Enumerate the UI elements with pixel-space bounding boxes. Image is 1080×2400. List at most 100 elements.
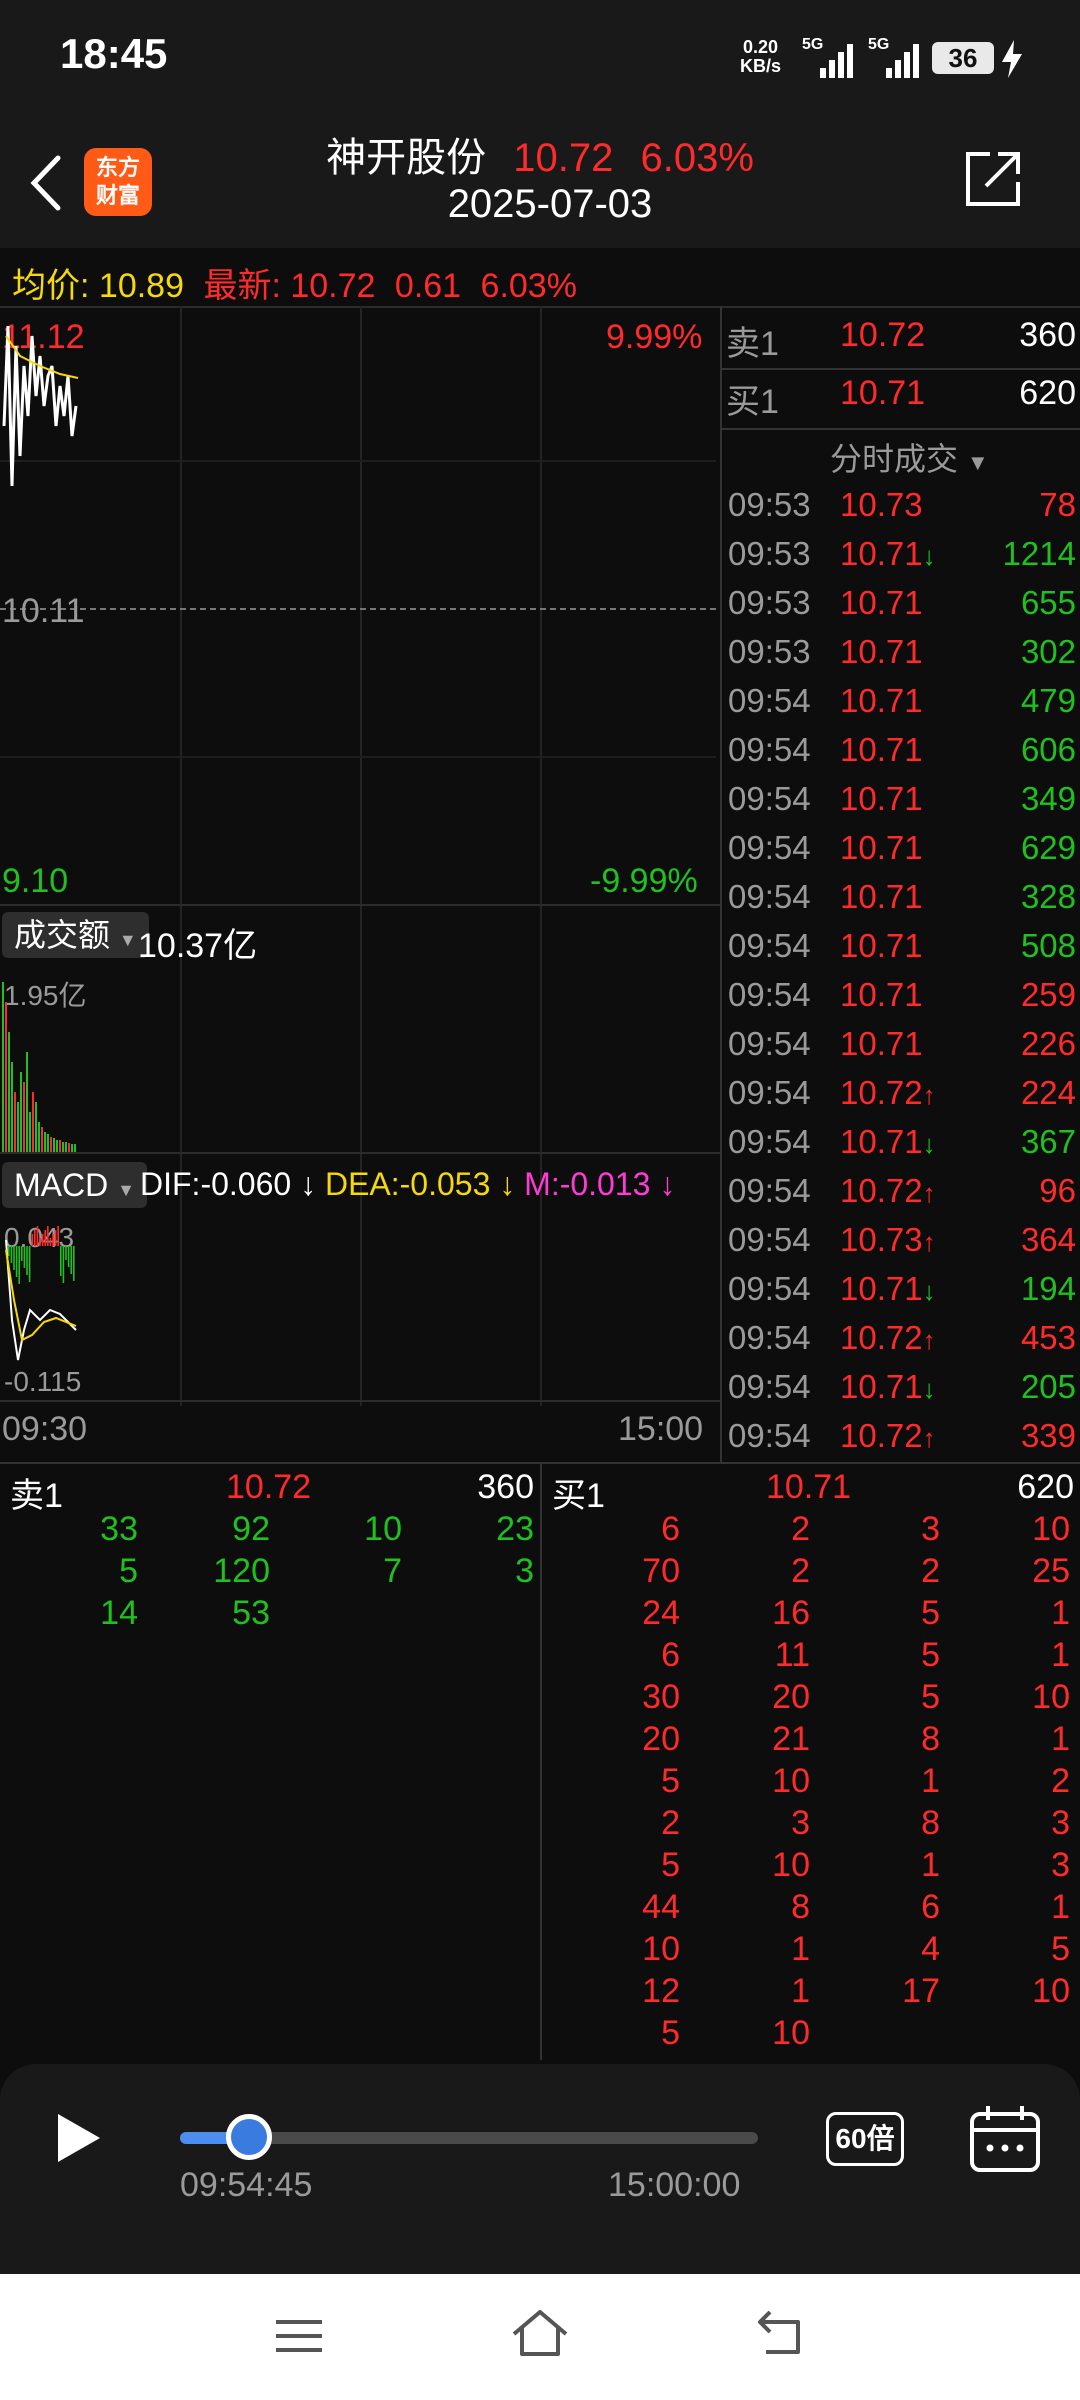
tick-arrow: ↑ bbox=[922, 1227, 936, 1257]
tick-volume: 226 bbox=[1020, 1025, 1076, 1062]
tick-arrow: ↓ bbox=[922, 1276, 936, 1306]
play-icon[interactable] bbox=[52, 2110, 104, 2166]
bid1-row: 买1 10.71 620 bbox=[724, 374, 1076, 424]
tick-volume: 194 bbox=[1020, 1270, 1076, 1307]
tick-price: 10.71 bbox=[840, 682, 923, 719]
queue-cell: 5 bbox=[921, 1636, 940, 1674]
tick-arrow: ↑ bbox=[922, 1178, 936, 1208]
queue-divider bbox=[540, 1464, 542, 2060]
tick-row: 09:54 10.71 349 bbox=[724, 780, 1076, 829]
queue-ask-label: 卖1 bbox=[10, 1477, 63, 1515]
bid1-price: 10.71 bbox=[840, 374, 926, 412]
volume-bar bbox=[68, 1143, 70, 1152]
tick-price: 10.72↑ bbox=[840, 1172, 936, 1209]
header-change-pct: 6.03% bbox=[640, 136, 754, 180]
queue-cell: 7 bbox=[383, 1552, 402, 1590]
macd-bar bbox=[21, 1246, 23, 1261]
volume-bar bbox=[38, 1122, 40, 1152]
tick-price: 10.71 bbox=[840, 584, 923, 621]
back-nav-icon[interactable] bbox=[756, 2308, 808, 2358]
tick-price: 10.71 bbox=[840, 829, 923, 866]
tick-time: 09:53 bbox=[728, 633, 811, 670]
tick-price: 10.71 bbox=[840, 878, 923, 915]
queue-cell: 23 bbox=[496, 1510, 534, 1548]
tick-volume: 629 bbox=[1020, 829, 1076, 866]
queue-cell: 6 bbox=[661, 1636, 680, 1674]
tick-row: 09:54 10.71 479 bbox=[724, 682, 1076, 731]
macd-selector[interactable]: MACD ▼ bbox=[2, 1162, 147, 1208]
queue-cell: 53 bbox=[232, 1594, 270, 1632]
latest-label: 最新: bbox=[203, 267, 281, 305]
change-pct: 6.03% bbox=[480, 267, 577, 305]
tick-price: 10.71 bbox=[840, 976, 923, 1013]
tick-price: 10.71↓ bbox=[840, 535, 936, 572]
queue-cell: 17 bbox=[902, 1972, 940, 2010]
share-icon[interactable] bbox=[962, 148, 1024, 210]
calendar-icon[interactable] bbox=[968, 2104, 1042, 2174]
signal-icon-2 bbox=[886, 44, 919, 78]
macd-panel-bottom bbox=[0, 1400, 720, 1402]
tick-time: 09:54 bbox=[728, 780, 811, 817]
queue-cell: 30 bbox=[642, 1678, 680, 1716]
tick-time: 09:54 bbox=[728, 927, 811, 964]
status-time: 18:45 bbox=[60, 30, 168, 77]
home-icon[interactable] bbox=[510, 2306, 570, 2360]
queue-cell: 3 bbox=[1051, 1804, 1070, 1842]
queue-cell: 21 bbox=[772, 1720, 810, 1758]
tick-price: 10.71 bbox=[840, 1025, 923, 1062]
ask1-price: 10.72 bbox=[840, 316, 926, 354]
macd-bar bbox=[62, 1246, 65, 1283]
queue-cell: 5 bbox=[661, 1846, 680, 1884]
latest-value: 10.72 bbox=[290, 267, 376, 305]
tick-time: 09:54 bbox=[728, 1319, 811, 1356]
tick-volume: 328 bbox=[1020, 878, 1076, 915]
tick-time: 09:54 bbox=[728, 1221, 811, 1258]
macd-bar bbox=[54, 1230, 57, 1246]
turnover-selector[interactable]: 成交额 ▼ bbox=[2, 912, 149, 958]
queue-bid-volume: 620 bbox=[1017, 1468, 1074, 1506]
macd-bar bbox=[39, 1238, 41, 1246]
ticks-selector[interactable]: 分时成交 ▼ bbox=[830, 434, 989, 480]
speed-button[interactable]: 60倍 bbox=[826, 2112, 904, 2166]
macd-bar bbox=[8, 1246, 10, 1256]
ask1-label: 卖1 bbox=[726, 325, 779, 363]
network-speed: 0.20 KB/s bbox=[740, 38, 781, 76]
macd-bar bbox=[65, 1246, 67, 1260]
tick-row: 09:54 10.71↓ 205 bbox=[724, 1368, 1076, 1417]
macd-bar bbox=[60, 1246, 62, 1276]
tick-row: 09:54 10.71 259 bbox=[724, 976, 1076, 1025]
tick-volume: 224 bbox=[1020, 1074, 1076, 1111]
macd-bar bbox=[18, 1246, 20, 1284]
queue-cell: 24 bbox=[642, 1594, 680, 1632]
queue-cell: 92 bbox=[232, 1510, 270, 1548]
tick-price: 10.71↓ bbox=[840, 1123, 936, 1160]
queue-cell: 2 bbox=[791, 1552, 810, 1590]
tick-price: 10.71 bbox=[840, 633, 923, 670]
macd-bar bbox=[34, 1230, 36, 1246]
intraday-price-chart[interactable] bbox=[0, 306, 720, 906]
dea-arrow: ↓ bbox=[490, 1166, 525, 1202]
tick-arrow: ↑ bbox=[922, 1080, 936, 1110]
tick-volume: 453 bbox=[1020, 1319, 1076, 1356]
tick-time: 09:53 bbox=[728, 535, 811, 572]
tick-time: 09:53 bbox=[728, 486, 811, 523]
price-summary: 均价: 10.89 最新: 10.72 0.61 6.03% bbox=[12, 258, 587, 307]
volume-bar bbox=[74, 1144, 76, 1152]
queue-ask-price: 10.72 bbox=[226, 1468, 312, 1506]
volume-bars bbox=[2, 982, 76, 1152]
queue-cell: 10 bbox=[642, 1930, 680, 1968]
tick-volume: 339 bbox=[1020, 1417, 1076, 1454]
tick-arrow: ↑ bbox=[922, 1325, 936, 1355]
queue-cell: 2 bbox=[791, 1510, 810, 1548]
volume-bar bbox=[8, 1032, 10, 1152]
macd-panel-top bbox=[0, 1152, 720, 1154]
queue-ask-volume: 360 bbox=[477, 1468, 534, 1506]
volume-bar bbox=[62, 1142, 64, 1152]
menu-icon[interactable] bbox=[274, 2314, 324, 2358]
tick-volume: 349 bbox=[1020, 780, 1076, 817]
time-start-label: 09:30 bbox=[2, 1410, 88, 1448]
chart-right-divider bbox=[720, 306, 722, 1462]
tick-time: 09:54 bbox=[728, 1417, 811, 1454]
queue-cell: 10 bbox=[772, 1846, 810, 1884]
volume-bar bbox=[32, 1092, 34, 1152]
